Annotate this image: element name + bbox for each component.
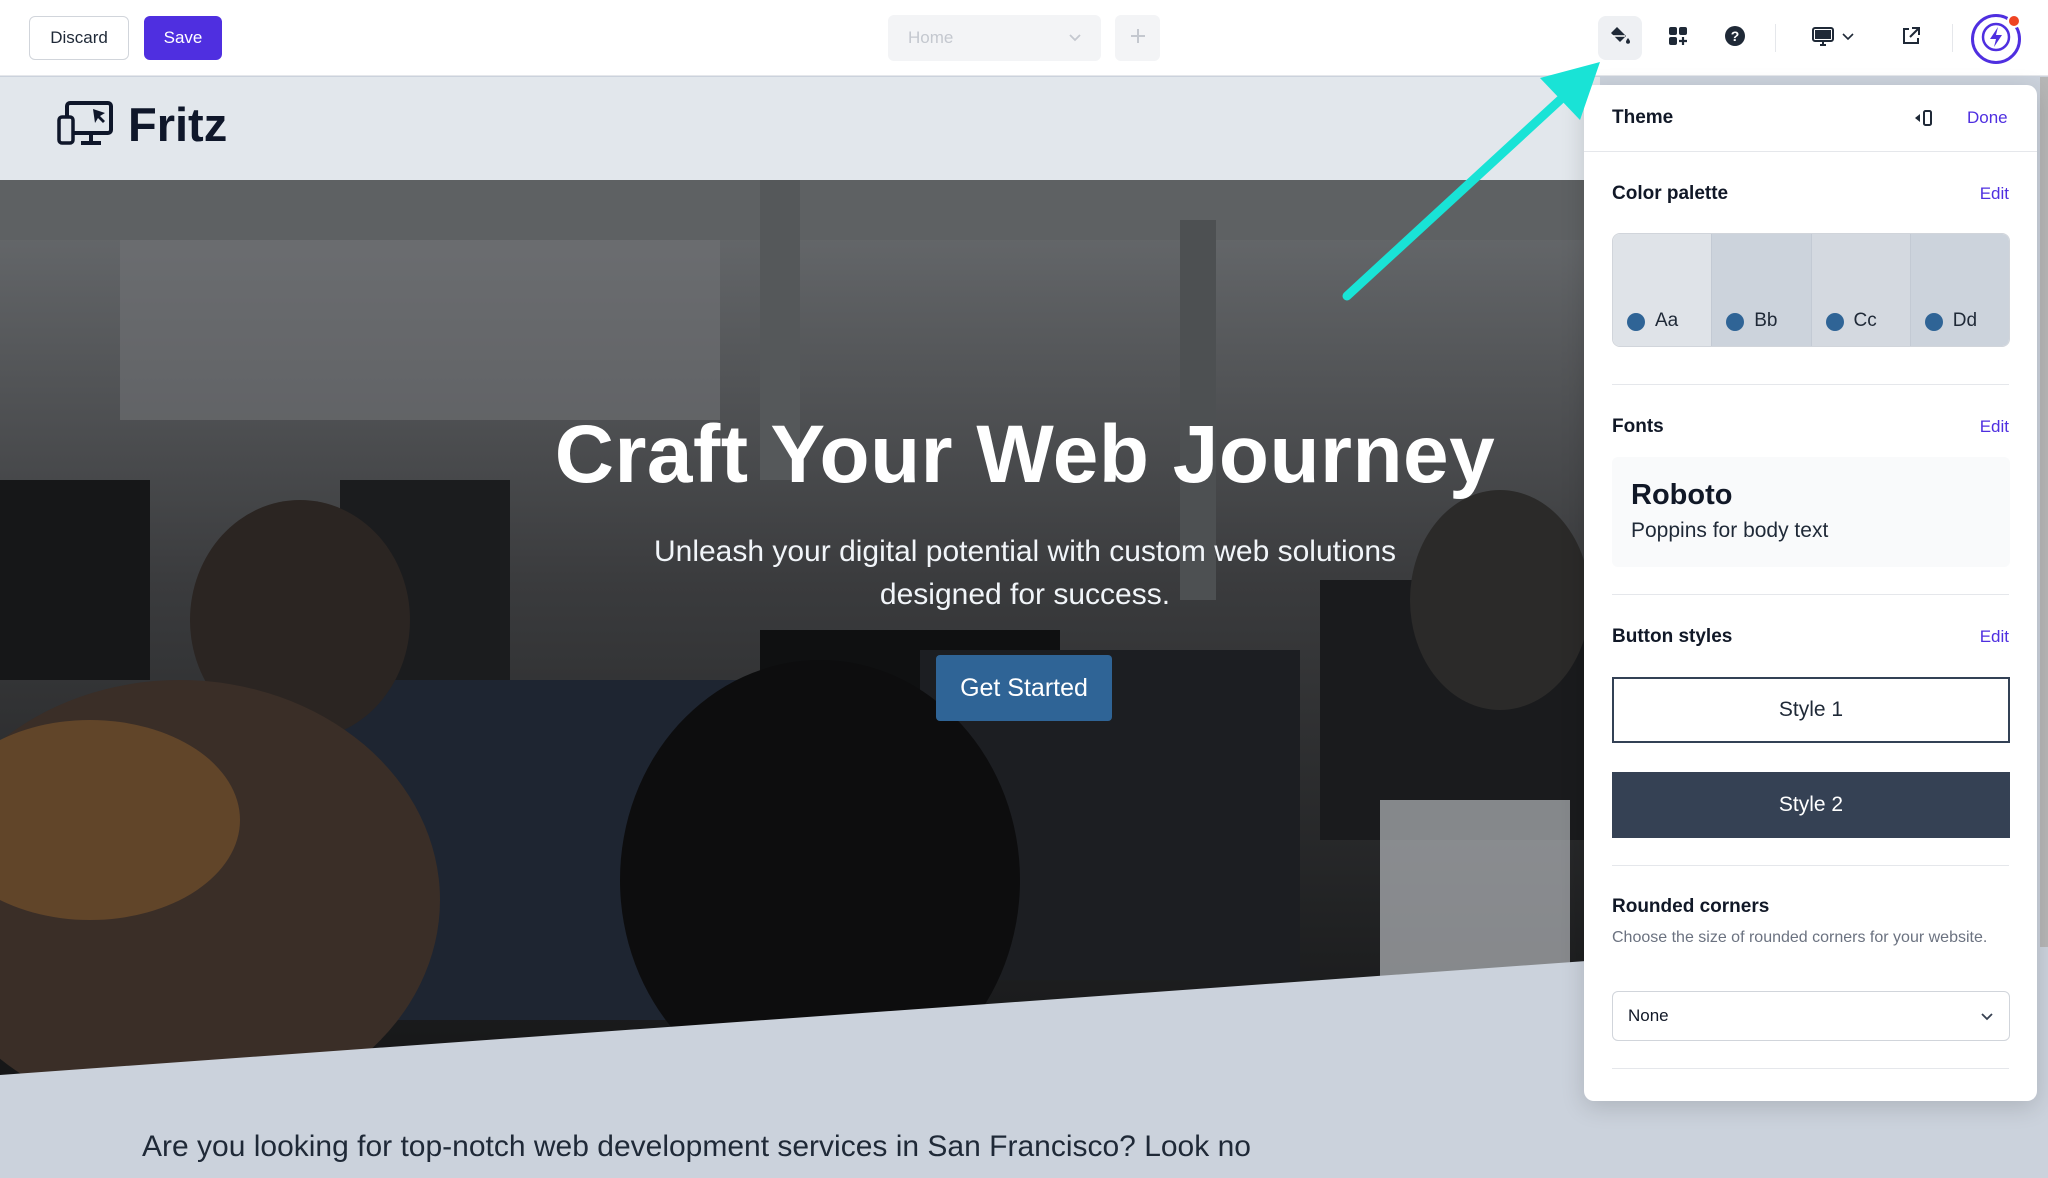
- editor-toolbar: Discard Save Home ?: [0, 0, 2048, 76]
- heading-font-name: Roboto: [1631, 479, 1733, 511]
- svg-text:?: ?: [1731, 28, 1740, 44]
- external-link-icon: [1900, 25, 1922, 52]
- paint-bucket-icon: [1608, 24, 1632, 53]
- swatch-label: Dd: [1952, 310, 1978, 331]
- done-button[interactable]: Done: [1967, 108, 2008, 128]
- page-select-value: Home: [908, 28, 954, 47]
- theme-button[interactable]: [1598, 16, 1642, 60]
- font-preview-card[interactable]: Roboto Poppins for body text: [1612, 457, 2010, 567]
- panel-header: Theme Done: [1584, 85, 2037, 152]
- section-divider: [1612, 865, 2009, 866]
- button-styles-edit-link[interactable]: Edit: [1980, 627, 2009, 647]
- color-palette-swatches[interactable]: Aa Bb Cc Dd: [1612, 233, 2010, 347]
- swatch-bb[interactable]: Bb: [1712, 234, 1812, 346]
- swatch-dot: [1825, 313, 1844, 331]
- page-select[interactable]: Home: [888, 15, 1101, 61]
- chevron-down-icon: [1067, 29, 1083, 50]
- section-divider: [1612, 594, 2009, 595]
- button-styles-title: Button styles: [1612, 626, 1733, 647]
- swatch-label: Aa: [1655, 310, 1679, 331]
- add-page-button[interactable]: [1115, 15, 1160, 61]
- collapse-panel-icon[interactable]: [1912, 108, 1934, 133]
- body-font-description: Poppins for body text: [1631, 519, 1829, 542]
- save-button[interactable]: Save: [144, 16, 222, 60]
- device-preview-select[interactable]: [1800, 16, 1866, 60]
- section-divider: [1612, 384, 2009, 385]
- fonts-edit-link[interactable]: Edit: [1980, 417, 2009, 437]
- chevron-down-icon: [1979, 1008, 1995, 1029]
- site-header: Fritz: [0, 77, 1600, 180]
- rounded-corners-select[interactable]: None: [1612, 991, 2010, 1041]
- swatch-label: Cc: [1853, 310, 1877, 331]
- swatch-dd[interactable]: Dd: [1910, 234, 2009, 346]
- help-icon: ?: [1723, 24, 1747, 53]
- notification-dot: [2007, 14, 2021, 28]
- theme-panel: Theme Done Color palette Edit Aa Bb Cc D…: [1584, 85, 2037, 1101]
- toolbar-divider: [1775, 24, 1776, 52]
- add-section-icon: [1666, 24, 1690, 53]
- button-style-2[interactable]: Style 2: [1612, 772, 2010, 838]
- toolbar-divider: [1952, 24, 1953, 52]
- devices-logo-icon: [57, 101, 113, 150]
- hero-title: Craft Your Web Journey: [554, 409, 1496, 500]
- swatch-dot: [1726, 313, 1745, 331]
- page-scrollbar[interactable]: [2040, 77, 2048, 947]
- rounded-corners-value: None: [1628, 1006, 1669, 1025]
- swatch-dot: [1924, 313, 1943, 331]
- swatch-dot: [1627, 313, 1645, 331]
- swatch-cc[interactable]: Cc: [1811, 234, 1911, 346]
- intro-paragraph: Are you looking for top-notch web develo…: [142, 1130, 1251, 1163]
- rounded-corners-title: Rounded corners: [1612, 896, 1770, 917]
- discard-button[interactable]: Discard: [29, 16, 129, 60]
- add-section-button[interactable]: [1656, 16, 1700, 60]
- lightning-icon: [1980, 21, 2012, 58]
- get-started-button[interactable]: Get Started: [936, 655, 1112, 721]
- hero-subtitle: Unleash your digital potential with cust…: [653, 535, 1397, 611]
- open-site-button[interactable]: [1889, 16, 1933, 60]
- hero-section: Craft Your Web Journey Unleash your digi…: [0, 180, 1600, 1080]
- section-divider: [1612, 1068, 2009, 1069]
- button-style-1[interactable]: Style 1: [1612, 677, 2010, 743]
- chevron-down-icon: [1841, 29, 1855, 48]
- rounded-corners-description: Choose the size of rounded corners for y…: [1612, 929, 1988, 946]
- boost-button[interactable]: [1971, 14, 2021, 64]
- desktop-icon: [1811, 24, 1835, 53]
- panel-title: Theme: [1612, 107, 1674, 128]
- site-logo-text[interactable]: Fritz: [128, 97, 227, 152]
- hero-background-image: [0, 180, 1600, 1080]
- plus-icon: [1128, 26, 1148, 51]
- swatch-aa[interactable]: Aa: [1613, 234, 1713, 346]
- swatch-label: Bb: [1754, 310, 1778, 331]
- color-palette-title: Color palette: [1612, 183, 1729, 204]
- help-button[interactable]: ?: [1713, 16, 1757, 60]
- fonts-title: Fonts: [1612, 416, 1664, 437]
- color-palette-edit-link[interactable]: Edit: [1980, 184, 2009, 204]
